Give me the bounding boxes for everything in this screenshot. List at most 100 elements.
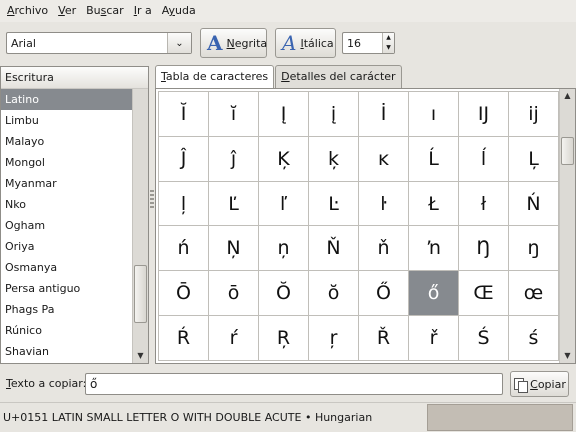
- menu-buscar[interactable]: Buscar: [81, 0, 129, 22]
- character-cell[interactable]: Ľ: [209, 181, 259, 227]
- character-cell[interactable]: ĵ: [209, 136, 259, 182]
- character-cell[interactable]: ņ: [259, 226, 309, 272]
- bold-font-icon: A: [207, 31, 223, 55]
- status-bar: U+0151 LATIN SMALL LETTER O WITH DOUBLE …: [0, 402, 576, 432]
- character-cell[interactable]: ŕ: [209, 316, 259, 361]
- character-cell[interactable]: ı: [409, 92, 459, 137]
- character-cell[interactable]: ļ: [159, 181, 209, 227]
- character-cell[interactable]: Ļ: [509, 136, 559, 182]
- character-cell[interactable]: Ĳ: [459, 92, 509, 137]
- character-cell[interactable]: ŀ: [359, 181, 409, 227]
- script-list-item[interactable]: Rúnico: [1, 320, 133, 341]
- script-list-scrollbar[interactable]: ▼: [132, 89, 148, 363]
- character-cell[interactable]: Į: [259, 92, 309, 137]
- character-cell[interactable]: Œ: [459, 271, 509, 317]
- character-cell[interactable]: ĭ: [209, 92, 259, 137]
- character-table-panel: ĬĭĮįİıĲĳ ĴĵĶķĸĹĺĻļĽľĿŀŁłŃńŅņŇňŉŊŋ ŌōŎŏŐőŒœ…: [155, 88, 576, 364]
- character-cell[interactable]: Ś: [459, 316, 509, 361]
- character-cell[interactable]: ň: [359, 226, 409, 272]
- scrollbar-thumb[interactable]: [134, 265, 147, 323]
- copy-button[interactable]: Copiar: [510, 371, 569, 397]
- tab-character-details[interactable]: Detalles del carácter: [275, 65, 402, 88]
- character-cell[interactable]: ō: [209, 271, 259, 317]
- script-column-header[interactable]: Escritura: [1, 67, 148, 89]
- font-size-spinner[interactable]: 16 ▲ ▼: [342, 32, 395, 54]
- character-cell[interactable]: œ: [509, 271, 559, 317]
- bold-toggle-button[interactable]: A Negrita: [200, 28, 267, 58]
- character-cell[interactable]: ő: [409, 271, 459, 317]
- menu-ayuda[interactable]: Ayuda: [157, 0, 201, 22]
- character-cell[interactable]: Ŋ: [459, 226, 509, 272]
- character-cell[interactable]: Ŏ: [259, 271, 309, 317]
- character-cell[interactable]: İ: [359, 92, 409, 137]
- script-list-item[interactable]: Ogham: [1, 215, 133, 236]
- scroll-down-icon[interactable]: ▼: [133, 349, 148, 363]
- tab-character-table[interactable]: Tabla de caracteres: [155, 65, 275, 89]
- menubar: Archivo Ver Buscar Ir a Ayuda: [0, 0, 576, 22]
- menu-ver[interactable]: Ver: [53, 0, 81, 22]
- script-list: Latino Limbu Malayo Mongol Myanmar Nko Ogham Or…: [1, 89, 133, 362]
- decrement-icon[interactable]: ▼: [383, 43, 394, 53]
- italic-font-icon: A: [282, 31, 297, 55]
- character-cell[interactable]: ŋ: [509, 226, 559, 272]
- script-list-item[interactable]: Latino: [1, 89, 133, 110]
- character-cell[interactable]: ŏ: [309, 271, 359, 317]
- character-cell[interactable]: ń: [159, 226, 209, 272]
- character-cell[interactable]: į: [309, 92, 359, 137]
- character-cell[interactable]: ł: [459, 181, 509, 227]
- script-list-item[interactable]: Myanmar: [1, 173, 133, 194]
- character-cell[interactable]: Ŕ: [159, 316, 209, 361]
- character-cell[interactable]: Ō: [159, 271, 209, 317]
- character-cell[interactable]: ĸ: [359, 136, 409, 182]
- character-cell[interactable]: ĳ: [509, 92, 559, 137]
- scroll-down-icon[interactable]: ▼: [560, 349, 575, 363]
- script-list-item[interactable]: Malayo: [1, 131, 133, 152]
- script-list-item[interactable]: Persa antiguo: [1, 278, 133, 299]
- chevron-down-icon[interactable]: ⌄: [167, 33, 191, 53]
- character-cell[interactable]: ķ: [309, 136, 359, 182]
- character-cell[interactable]: Ķ: [259, 136, 309, 182]
- increment-icon[interactable]: ▲: [383, 33, 394, 43]
- copy-button-label: Copiar: [530, 377, 566, 391]
- script-list-item[interactable]: Mongol: [1, 152, 133, 173]
- script-list-item[interactable]: Shavian: [1, 341, 133, 362]
- character-cell[interactable]: Ń: [509, 181, 559, 227]
- character-cell[interactable]: Ł: [409, 181, 459, 227]
- character-cell[interactable]: Ř: [359, 316, 409, 361]
- pane-resize-handle[interactable]: [150, 190, 154, 210]
- scroll-up-icon[interactable]: ▲: [560, 89, 575, 103]
- character-cell[interactable]: ŗ: [309, 316, 359, 361]
- character-cell[interactable]: ř: [409, 316, 459, 361]
- character-cell[interactable]: ĺ: [459, 136, 509, 182]
- copy-text-input[interactable]: ő: [85, 373, 503, 395]
- character-cell[interactable]: ľ: [259, 181, 309, 227]
- character-grid: ĬĭĮįİıĲĳ ĴĵĶķĸĹĺĻļĽľĿŀŁłŃńŅņŇňŉŊŋ ŌōŎŏŐőŒœ…: [158, 91, 559, 361]
- character-cell[interactable]: Ĭ: [159, 92, 209, 137]
- character-cell[interactable]: Ő: [359, 271, 409, 317]
- character-cell[interactable]: ŉ: [409, 226, 459, 272]
- character-cell[interactable]: Ŗ: [259, 316, 309, 361]
- copy-icon: [513, 377, 529, 393]
- script-list-item[interactable]: Nko: [1, 194, 133, 215]
- character-cell[interactable]: Ĵ: [159, 136, 209, 182]
- menu-ir-a[interactable]: Ir a: [129, 0, 157, 22]
- character-cell[interactable]: Ň: [309, 226, 359, 272]
- status-text: U+0151 LATIN SMALL LETTER O WITH DOUBLE …: [3, 411, 373, 424]
- script-list-item[interactable]: Osmanya: [1, 257, 133, 278]
- italic-label: Itálica: [300, 36, 334, 50]
- font-family-select[interactable]: Arial ⌄: [6, 32, 192, 54]
- bold-label: Negrita: [226, 36, 268, 50]
- character-cell[interactable]: ś: [509, 316, 559, 361]
- menu-archivo[interactable]: Archivo: [2, 0, 53, 22]
- font-family-value: Arial: [11, 36, 36, 50]
- status-progress-box: [427, 404, 573, 431]
- italic-toggle-button[interactable]: A Itálica: [275, 28, 336, 58]
- script-list-item[interactable]: Oriya: [1, 236, 133, 257]
- character-cell[interactable]: Ĺ: [409, 136, 459, 182]
- character-grid-scrollbar[interactable]: ▲ ▼: [559, 89, 575, 363]
- scrollbar-thumb[interactable]: [561, 137, 574, 165]
- character-cell[interactable]: Ņ: [209, 226, 259, 272]
- script-list-item[interactable]: Limbu: [1, 110, 133, 131]
- character-cell[interactable]: Ŀ: [309, 181, 359, 227]
- script-list-item[interactable]: Phags Pa: [1, 299, 133, 320]
